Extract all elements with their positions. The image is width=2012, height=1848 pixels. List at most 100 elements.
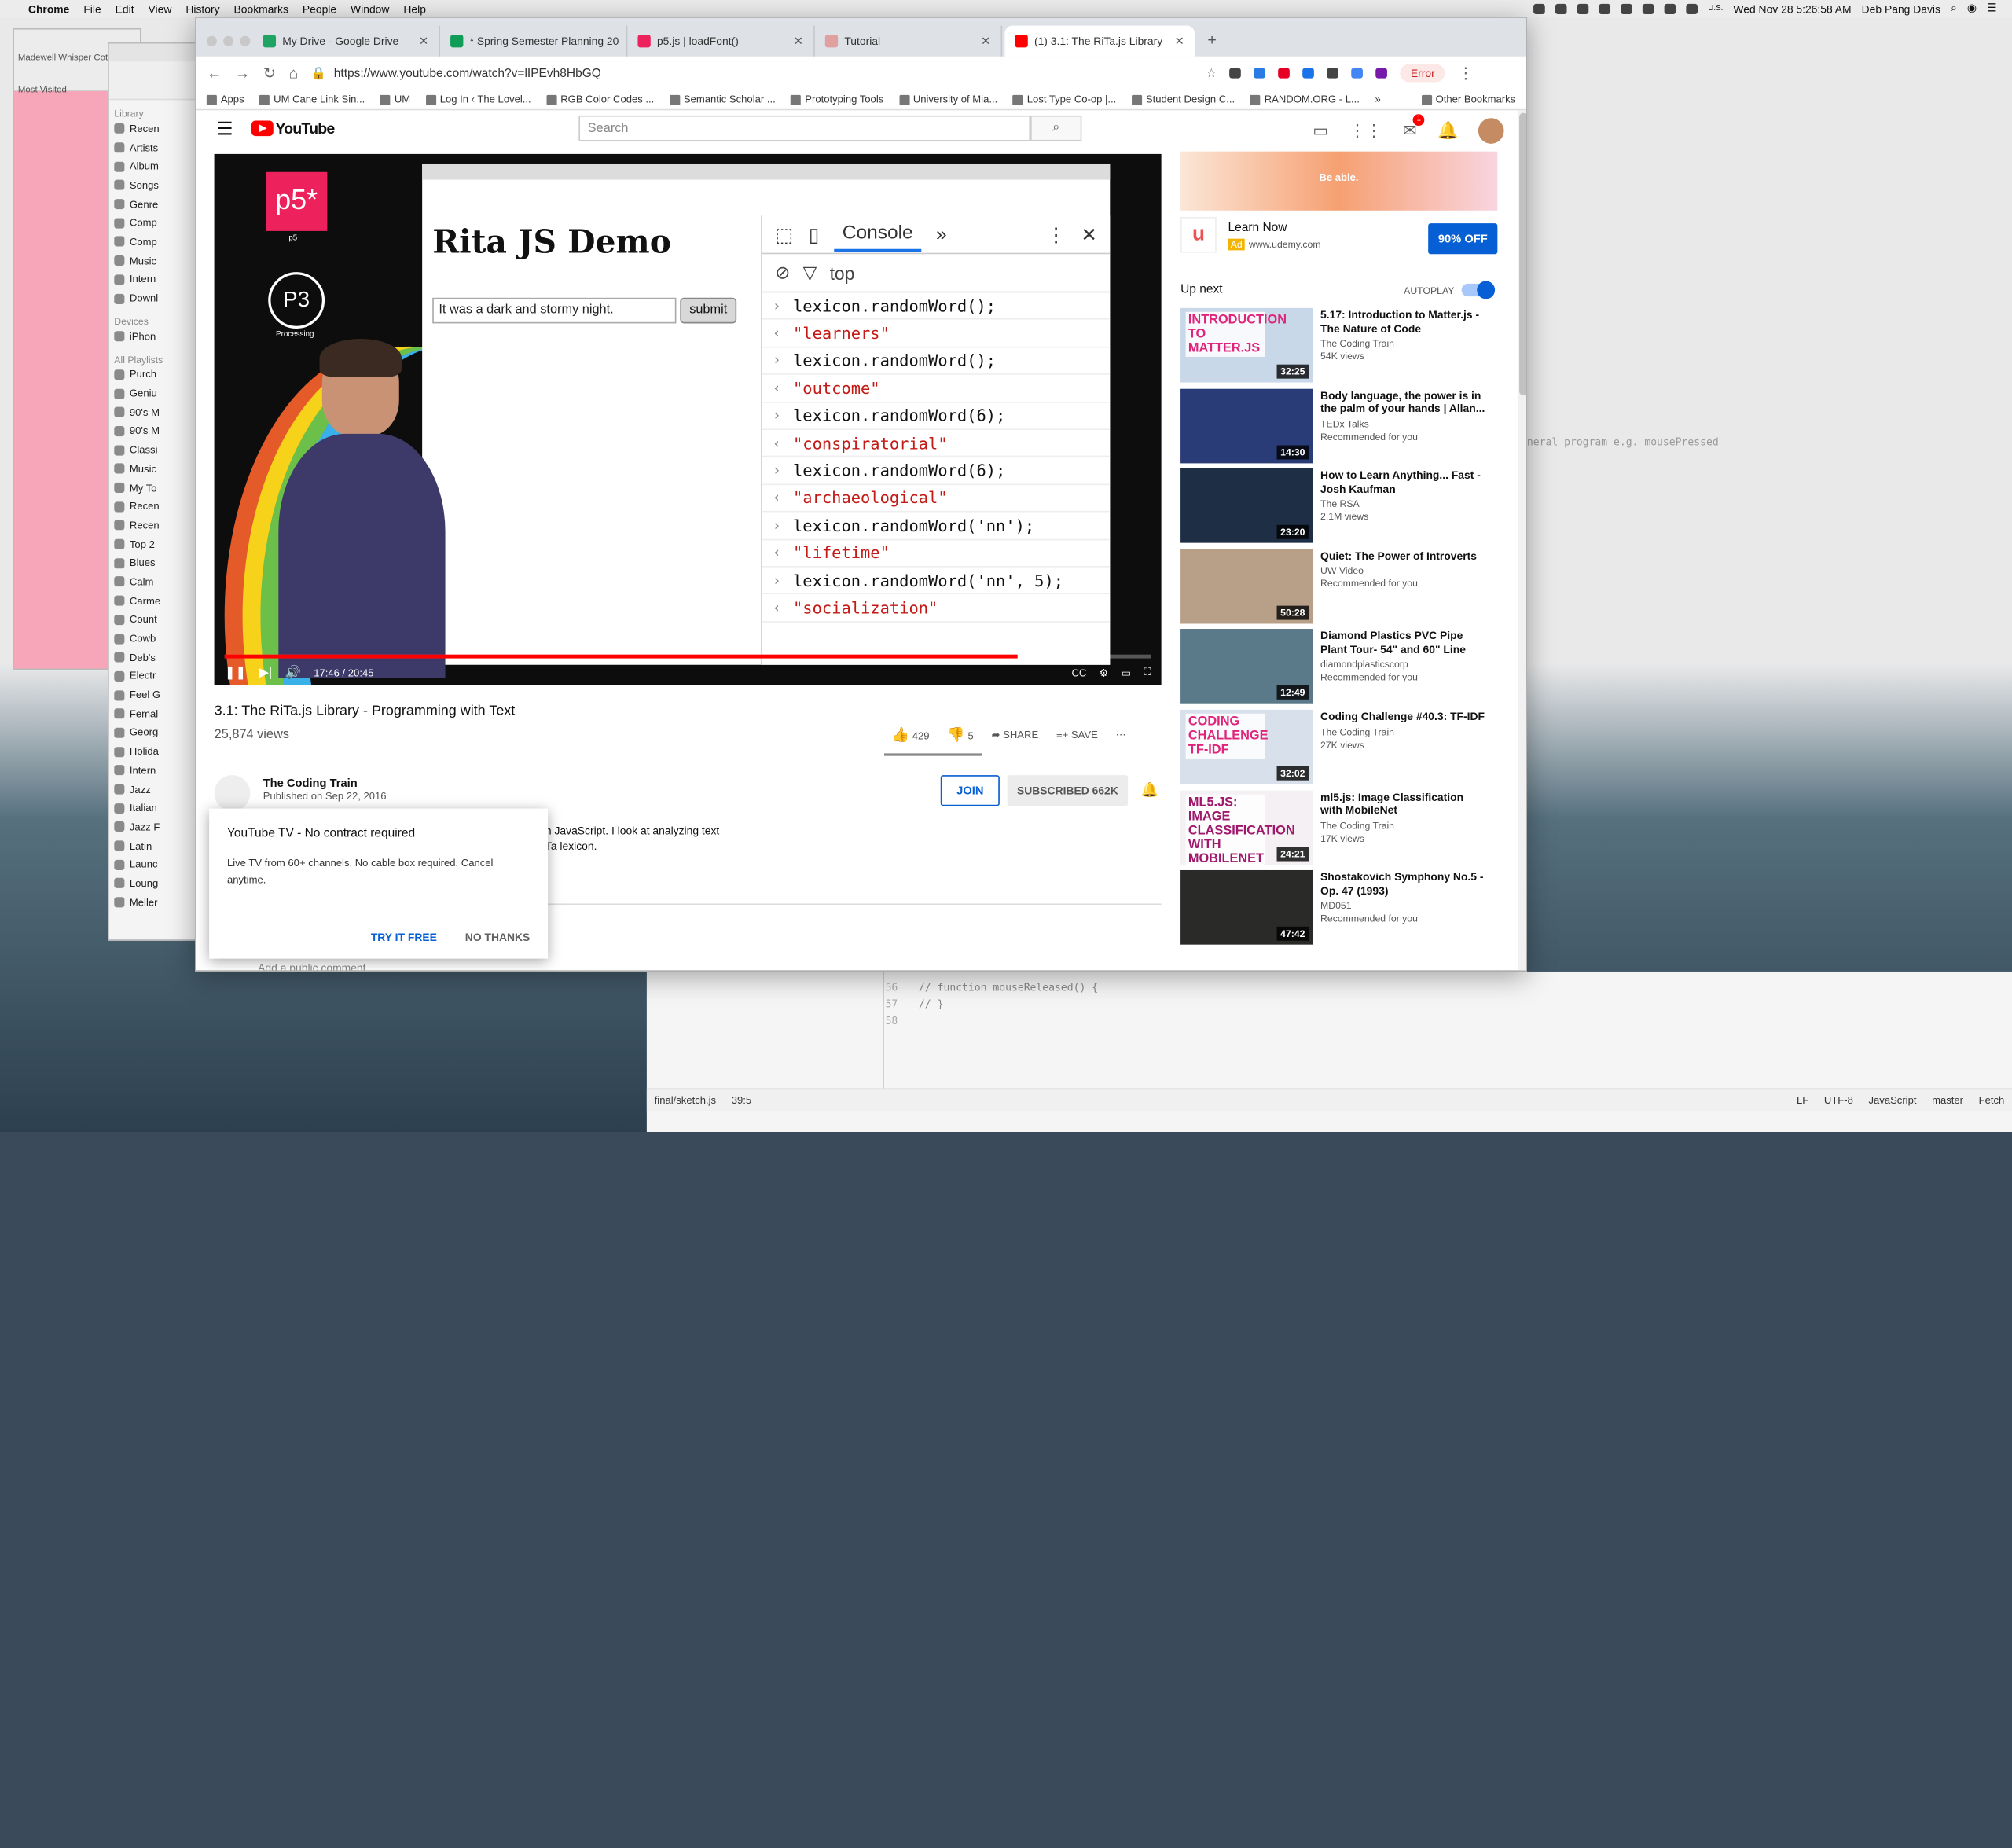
- messages-icon[interactable]: ✉ 1: [1403, 114, 1425, 141]
- channel-name[interactable]: MD051: [1320, 900, 1487, 912]
- menubar-app-name[interactable]: Chrome: [28, 2, 69, 14]
- notification-bell-icon[interactable]: 🔔: [1140, 781, 1158, 799]
- video-title[interactable]: ml5.js: Image Classification with Mobile…: [1320, 790, 1487, 817]
- close-tab-icon[interactable]: ✕: [1175, 34, 1184, 48]
- extension-icon[interactable]: [1327, 68, 1339, 79]
- bookmark-star-icon[interactable]: ☆: [1206, 66, 1217, 80]
- playlist-item[interactable]: Geniu: [109, 384, 209, 403]
- video-list-item[interactable]: 47:42 Shostakovich Symphony No.5 - Op. 47…: [1180, 870, 1515, 947]
- bookmark-item[interactable]: Semantic Scholar ...: [669, 94, 776, 105]
- playlist-item[interactable]: Cowb: [109, 629, 209, 648]
- tab-google-drive[interactable]: My Drive - Google Drive ✕: [253, 25, 441, 57]
- playlist-item[interactable]: Top 2: [109, 535, 209, 553]
- video-list-item[interactable]: ML5.JS: IMAGE CLASSIFICATION WITH MOBILE…: [1180, 790, 1515, 867]
- chrome-window[interactable]: My Drive - Google Drive ✕ * Spring Semest…: [195, 17, 1527, 972]
- video-list-item[interactable]: CODING CHALLENGE TF-IDF 32:02 Coding Chall…: [1180, 709, 1515, 787]
- bookmark-item[interactable]: Prototyping Tools: [791, 94, 883, 105]
- channel-name[interactable]: The Coding Train: [263, 777, 358, 789]
- menu-people[interactable]: People: [303, 2, 336, 14]
- save-button[interactable]: ≡+ SAVE: [1056, 729, 1098, 740]
- pause-icon[interactable]: ❚❚: [225, 666, 246, 680]
- back-icon[interactable]: ←: [207, 64, 222, 83]
- menu-edit[interactable]: Edit: [116, 2, 134, 14]
- playlist-item[interactable]: Feel G: [109, 685, 209, 704]
- playlist-item[interactable]: Deb's: [109, 648, 209, 667]
- close-tab-icon[interactable]: ✕: [981, 34, 990, 48]
- menu-window[interactable]: Window: [351, 2, 389, 14]
- video-thumbnail[interactable]: CODING CHALLENGE TF-IDF 32:02: [1180, 709, 1313, 784]
- video-list-item[interactable]: 14:30 Body language, the power is in the …: [1180, 388, 1515, 465]
- channel-avatar[interactable]: [214, 775, 251, 811]
- close-window-button[interactable]: [206, 35, 217, 46]
- tab-p5js[interactable]: p5.js | loadFont() ✕: [627, 25, 815, 57]
- channel-name[interactable]: The Coding Train: [1320, 337, 1487, 349]
- video-title[interactable]: How to Learn Anything... Fast - Josh Kau…: [1320, 468, 1487, 495]
- tab-spring-planning[interactable]: * Spring Semester Planning 20✕: [440, 25, 628, 57]
- video-list-item[interactable]: 23:20 How to Learn Anything... Fast - Jos…: [1180, 468, 1515, 546]
- playlist-item[interactable]: My To: [109, 478, 209, 497]
- status-git-branch[interactable]: master: [1932, 1095, 1963, 1107]
- playlist-item[interactable]: Recen: [109, 497, 209, 516]
- video-title[interactable]: Quiet: The Power of Introverts: [1320, 549, 1487, 562]
- playlist-item[interactable]: Femal: [109, 704, 209, 723]
- bookmarks-overflow-icon[interactable]: »: [1375, 94, 1380, 105]
- volume-icon[interactable]: 🔊: [285, 666, 301, 680]
- menu-file[interactable]: File: [83, 2, 101, 14]
- video-thumbnail[interactable]: 50:28: [1180, 549, 1313, 624]
- channel-name[interactable]: The Coding Train: [1320, 820, 1487, 832]
- share-button[interactable]: ➦ SHARE: [992, 729, 1039, 740]
- menu-bookmarks[interactable]: Bookmarks: [234, 2, 288, 14]
- create-video-icon[interactable]: ▭: [1313, 120, 1328, 141]
- ad-title[interactable]: Learn Now: [1228, 221, 1287, 235]
- no-thanks-button[interactable]: NO THANKS: [465, 931, 531, 943]
- video-thumbnail[interactable]: 47:42: [1180, 870, 1313, 945]
- close-tab-icon[interactable]: ✕: [419, 34, 428, 48]
- library-item[interactable]: Recen: [109, 119, 209, 138]
- video-thumbnail[interactable]: 12:49: [1180, 629, 1313, 704]
- bookmark-item[interactable]: Log In ‹ The Lovel...: [425, 94, 531, 105]
- wifi-icon[interactable]: [1643, 3, 1654, 14]
- status-encoding[interactable]: UTF-8: [1824, 1095, 1853, 1107]
- tab-tutorial[interactable]: Tutorial ✕: [815, 25, 1003, 57]
- playlist-item[interactable]: 90's M: [109, 422, 209, 441]
- bookmark-item[interactable]: Lost Type Co-op |...: [1012, 94, 1116, 105]
- add-comment-input[interactable]: Add a public comment...: [258, 961, 375, 970]
- video-thumbnail[interactable]: ML5.JS: IMAGE CLASSIFICATION WITH MOBILE…: [1180, 790, 1313, 865]
- playlist-item[interactable]: Intern: [109, 761, 209, 780]
- video-thumbnail[interactable]: 14:30: [1180, 388, 1313, 463]
- playlist-item[interactable]: Carme: [109, 591, 209, 610]
- extension-icon[interactable]: [1351, 68, 1364, 79]
- bookmark-item[interactable]: Student Design C...: [1131, 94, 1235, 105]
- playlist-item[interactable]: Georg: [109, 723, 209, 742]
- library-item[interactable]: Music: [109, 252, 209, 270]
- playlist-item[interactable]: Recen: [109, 516, 209, 535]
- progress-bar[interactable]: [224, 654, 1151, 659]
- subscribed-button[interactable]: SUBSCRIBED 662K: [1007, 775, 1129, 806]
- video-thumbnail[interactable]: 23:20: [1180, 468, 1313, 543]
- bookmark-item[interactable]: RANDOM.ORG - L...: [1250, 94, 1360, 105]
- playlist-item[interactable]: Count: [109, 610, 209, 629]
- bookmark-item[interactable]: University of Mia...: [898, 94, 997, 105]
- channel-name[interactable]: The RSA: [1320, 498, 1487, 510]
- captions-icon[interactable]: CC: [1071, 667, 1086, 678]
- playlist-item[interactable]: Electr: [109, 667, 209, 685]
- status-grammar[interactable]: JavaScript: [1868, 1095, 1916, 1107]
- reload-icon[interactable]: ↻: [263, 64, 276, 83]
- video-list-item[interactable]: INTRODUCTION TO MATTER.JS 32:25 5.17: Intr…: [1180, 307, 1515, 385]
- device-item[interactable]: iPhon: [109, 327, 209, 346]
- input-source[interactable]: U.S.: [1708, 5, 1723, 13]
- video-title[interactable]: Body language, the power is in the palm …: [1320, 388, 1487, 415]
- tab-youtube-active[interactable]: (1) 3.1: The RiTa.js Library ✕: [1004, 25, 1195, 57]
- playlist-item[interactable]: Holida: [109, 742, 209, 761]
- next-icon[interactable]: ▶|: [259, 666, 272, 680]
- settings-gear-icon[interactable]: ⚙: [1100, 667, 1109, 678]
- video-title[interactable]: Diamond Plastics PVC Pipe Plant Tour- 54…: [1320, 630, 1487, 656]
- search-input[interactable]: Search: [578, 115, 1031, 141]
- extension-icon[interactable]: [1302, 68, 1315, 79]
- more-actions-icon[interactable]: ⋯: [1116, 729, 1126, 740]
- channel-name[interactable]: diamondplasticscorp: [1320, 659, 1487, 670]
- zoom-window-button[interactable]: [240, 35, 251, 46]
- menu-view[interactable]: View: [149, 2, 172, 14]
- video-title[interactable]: Coding Challenge #40.3: TF-IDF: [1320, 710, 1487, 723]
- playlist-item[interactable]: Latin: [109, 836, 209, 855]
